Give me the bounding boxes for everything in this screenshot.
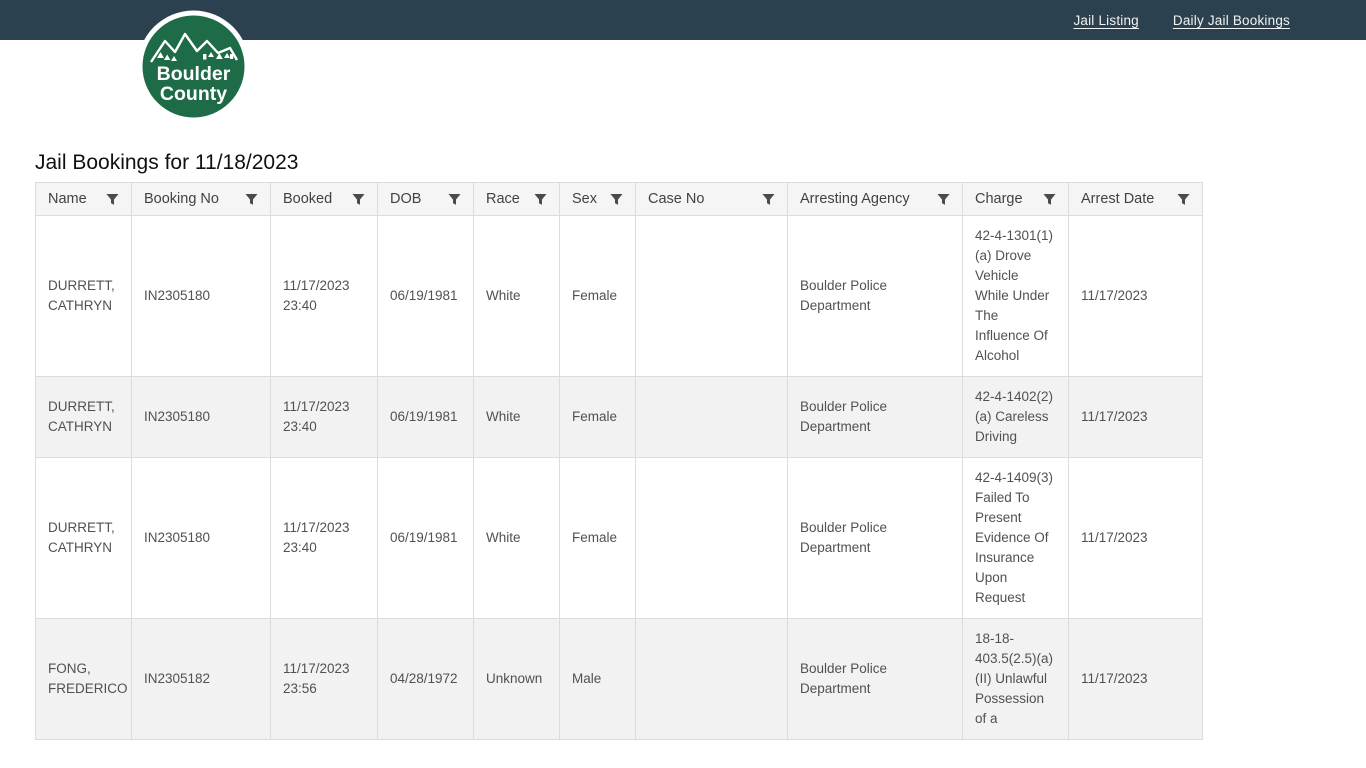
cell-sex: Female [560,216,636,377]
cell-arrest-date: 11/17/2023 [1069,377,1203,458]
jail-bookings-table: Name Booking No Booked DOB Race Sex Case… [35,182,1203,740]
funnel-icon[interactable] [534,193,547,206]
column-label: Booking No [144,191,219,207]
column-label: Charge [975,191,1023,207]
nav-link-daily-jail-bookings[interactable]: Daily Jail Bookings [1173,13,1290,28]
cell-booking-no: IN2305180 [132,216,271,377]
cell-arresting-agency: Boulder Police Department [788,216,963,377]
table-header: Name Booking No Booked DOB Race Sex Case… [36,183,1203,216]
cell-case-no [636,216,788,377]
cell-charge: 18-18-403.5(2.5)(a) (II) Unlawful Posses… [963,619,1069,740]
cell-sex: Male [560,619,636,740]
column-header-name[interactable]: Name [36,183,132,216]
nav-link-jail-listing[interactable]: Jail Listing [1073,13,1138,28]
boulder-county-logo-image: Boulder County [137,10,250,123]
column-header-booked[interactable]: Booked [271,183,378,216]
table-row: DURRETT, CATHRYN IN2305180 11/17/2023 23… [36,458,1203,619]
cell-booking-no: IN2305180 [132,377,271,458]
column-label: Case No [648,191,704,207]
funnel-icon[interactable] [448,193,461,206]
cell-booked: 11/17/2023 23:40 [271,216,378,377]
table-row: DURRETT, CATHRYN IN2305180 11/17/2023 23… [36,216,1203,377]
cell-arrest-date: 11/17/2023 [1069,619,1203,740]
funnel-icon[interactable] [762,193,775,206]
cell-arrest-date: 11/17/2023 [1069,458,1203,619]
cell-arrest-date: 11/17/2023 [1069,216,1203,377]
funnel-icon[interactable] [937,193,950,206]
column-header-dob[interactable]: DOB [378,183,474,216]
funnel-icon[interactable] [610,193,623,206]
cell-sex: Female [560,377,636,458]
cell-arresting-agency: Boulder Police Department [788,619,963,740]
page-title: Jail Bookings for 11/18/2023 [35,150,1366,176]
cell-race: White [474,458,560,619]
column-header-arresting-agency[interactable]: Arresting Agency [788,183,963,216]
cell-race: White [474,377,560,458]
funnel-icon[interactable] [106,193,119,206]
cell-case-no [636,377,788,458]
funnel-icon[interactable] [352,193,365,206]
logo-text-line2: County [160,83,227,105]
cell-booking-no: IN2305182 [132,619,271,740]
boulder-county-logo: Boulder County [137,10,250,123]
cell-dob: 06/19/1981 [378,458,474,619]
cell-booked: 11/17/2023 23:56 [271,619,378,740]
cell-arresting-agency: Boulder Police Department [788,458,963,619]
column-header-arrest-date[interactable]: Arrest Date [1069,183,1203,216]
cell-charge: 42-4-1301(1)(a) Drove Vehicle While Unde… [963,216,1069,377]
cell-dob: 04/28/1972 [378,619,474,740]
funnel-icon[interactable] [245,193,258,206]
column-header-booking-no[interactable]: Booking No [132,183,271,216]
cell-dob: 06/19/1981 [378,216,474,377]
column-header-charge[interactable]: Charge [963,183,1069,216]
column-label: DOB [390,191,421,207]
cell-race: White [474,216,560,377]
cell-booking-no: IN2305180 [132,458,271,619]
column-label: Booked [283,191,332,207]
column-label: Arrest Date [1081,191,1154,207]
cell-case-no [636,458,788,619]
logo-text-line1: Boulder [157,63,231,85]
cell-dob: 06/19/1981 [378,377,474,458]
column-label: Race [486,191,520,207]
cell-name: DURRETT, CATHRYN [36,377,132,458]
table-row: DURRETT, CATHRYN IN2305180 11/17/2023 23… [36,377,1203,458]
cell-name: FONG, FREDERICO [36,619,132,740]
table-body: DURRETT, CATHRYN IN2305180 11/17/2023 23… [36,216,1203,740]
column-label: Name [48,191,87,207]
cell-booked: 11/17/2023 23:40 [271,377,378,458]
column-header-sex[interactable]: Sex [560,183,636,216]
table-row: FONG, FREDERICO IN2305182 11/17/2023 23:… [36,619,1203,740]
cell-case-no [636,619,788,740]
cell-sex: Female [560,458,636,619]
column-header-case-no[interactable]: Case No [636,183,788,216]
cell-name: DURRETT, CATHRYN [36,458,132,619]
column-header-race[interactable]: Race [474,183,560,216]
funnel-icon[interactable] [1177,193,1190,206]
cell-name: DURRETT, CATHRYN [36,216,132,377]
cell-booked: 11/17/2023 23:40 [271,458,378,619]
header-row: Name Booking No Booked DOB Race Sex Case… [36,183,1203,216]
cell-charge: 42-4-1409(3) Failed To Present Evidence … [963,458,1069,619]
column-label: Sex [572,191,597,207]
cell-arresting-agency: Boulder Police Department [788,377,963,458]
cell-charge: 42-4-1402(2)(a) Careless Driving [963,377,1069,458]
cell-race: Unknown [474,619,560,740]
column-label: Arresting Agency [800,191,910,207]
funnel-icon[interactable] [1043,193,1056,206]
